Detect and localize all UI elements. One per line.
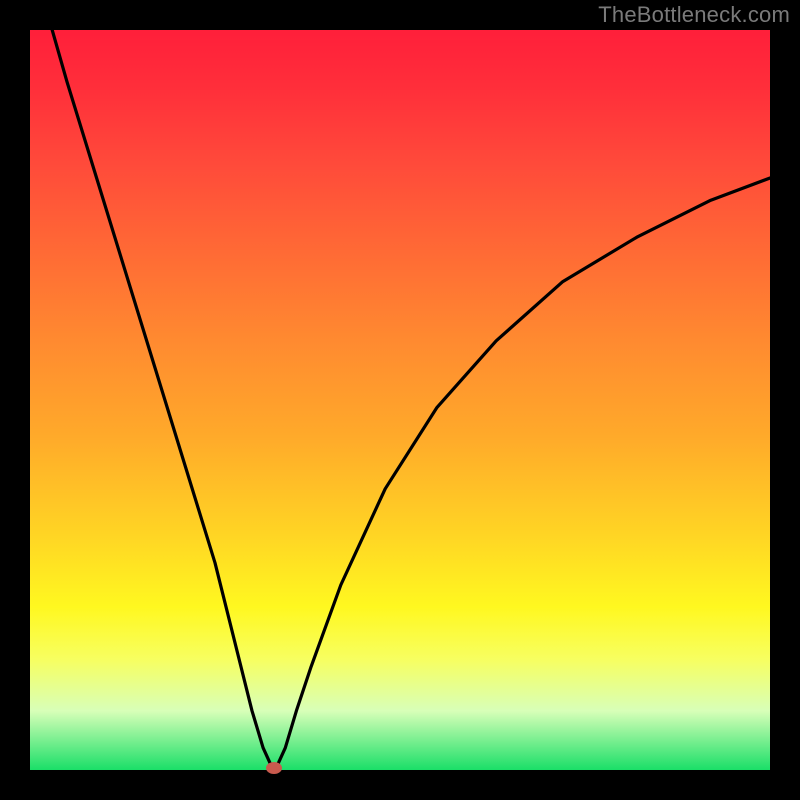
optimum-marker bbox=[266, 762, 282, 774]
curve-svg bbox=[30, 30, 770, 770]
curve-path bbox=[52, 30, 770, 768]
watermark-text: TheBottleneck.com bbox=[598, 2, 790, 28]
plot-area bbox=[30, 30, 770, 770]
chart-frame: TheBottleneck.com bbox=[0, 0, 800, 800]
